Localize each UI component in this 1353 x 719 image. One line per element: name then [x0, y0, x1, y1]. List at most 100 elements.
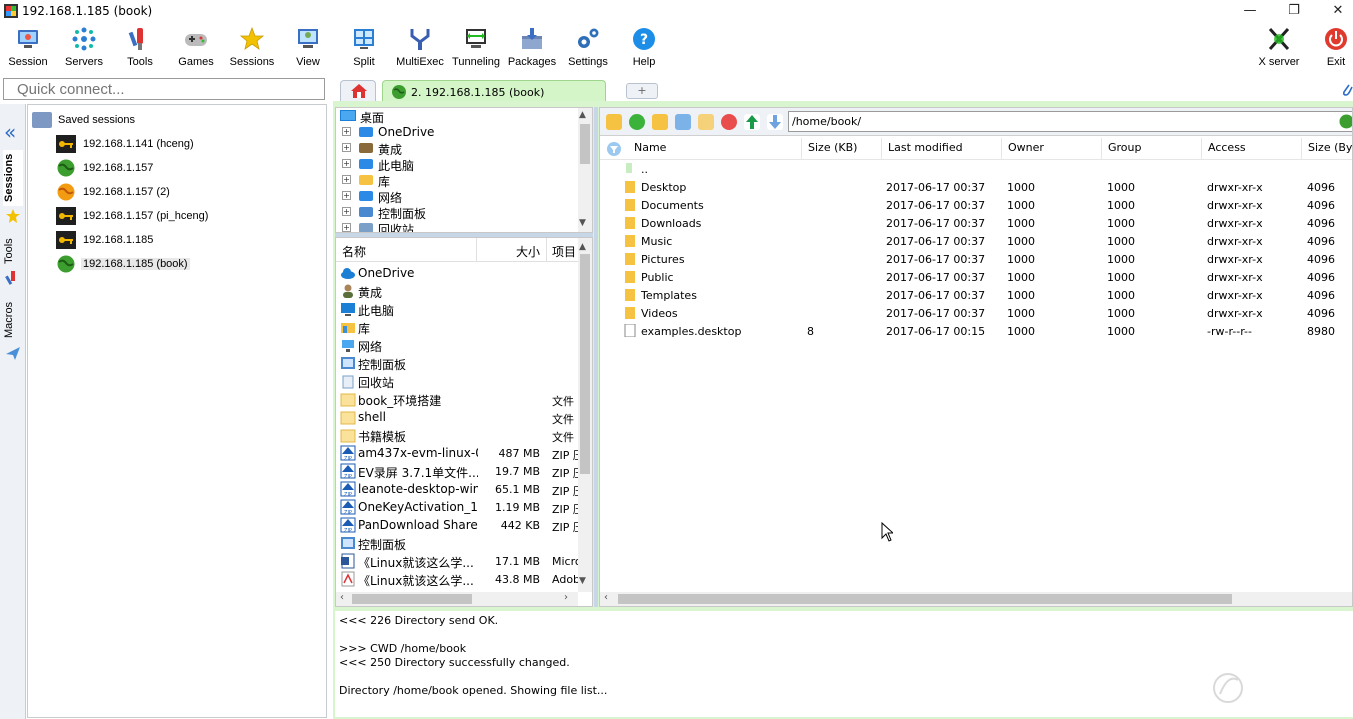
tab-macros[interactable]: Macros: [3, 296, 23, 344]
remote-file-row[interactable]: examples.desktop 8 2017-06-17 00:15 1000 100…: [600, 322, 1352, 340]
parent-folder-button[interactable]: [606, 114, 622, 130]
toolbar-help-button[interactable]: ? Help: [616, 24, 672, 74]
tree-node[interactable]: + 回收站: [342, 220, 572, 232]
scroll-thumb[interactable]: [352, 594, 472, 604]
tree-root[interactable]: 桌面: [340, 108, 580, 125]
tree-node[interactable]: + OneDrive: [342, 124, 572, 140]
restore-button[interactable]: ❐: [1271, 0, 1317, 22]
scroll-left-icon[interactable]: ‹: [604, 592, 608, 603]
tree-node[interactable]: + 此电脑: [342, 156, 572, 173]
toolbar-exit-button[interactable]: Exit: [1308, 24, 1353, 74]
delete-button[interactable]: [721, 114, 737, 130]
go-icon[interactable]: [1339, 114, 1353, 129]
toolbar-tools-button[interactable]: Tools: [112, 24, 168, 74]
local-file-row[interactable]: ZIPleanote-desktop-wind...65.1 MBZIP 压: [336, 480, 584, 498]
column-type[interactable]: 项目: [552, 243, 576, 260]
upload-button[interactable]: [744, 114, 760, 130]
tab-home[interactable]: [340, 80, 376, 102]
refresh-button[interactable]: [629, 114, 645, 130]
expand-icon[interactable]: +: [342, 127, 351, 136]
column-access[interactable]: Access: [1201, 138, 1301, 160]
expand-icon[interactable]: +: [342, 159, 351, 168]
scroll-up-icon[interactable]: ▲: [579, 110, 586, 120]
expand-icon[interactable]: +: [342, 143, 351, 152]
local-file-row[interactable]: OneDrive: [336, 264, 578, 282]
remote-hscrollbar[interactable]: ‹: [600, 592, 1352, 606]
tree-node[interactable]: + 黄成: [342, 140, 572, 157]
scroll-down-icon[interactable]: ▼: [579, 576, 586, 586]
column-name[interactable]: 名称: [342, 243, 366, 260]
local-file-row[interactable]: 《Linux就该这么学... 17.1 MB Micro: [336, 552, 582, 570]
column-size-bytes[interactable]: Size (Byte: [1301, 138, 1352, 160]
local-file-row[interactable]: shell 文件: [336, 408, 578, 426]
expand-icon[interactable]: +: [342, 223, 351, 232]
close-button[interactable]: ✕: [1315, 0, 1353, 22]
new-file-button[interactable]: [675, 114, 691, 130]
local-file-row[interactable]: 黄成: [336, 282, 578, 300]
remote-path-input[interactable]: [789, 112, 1329, 131]
local-file-row[interactable]: 此电脑: [336, 300, 578, 318]
local-file-row[interactable]: 《Linux就该这么学... 43.8 MB Adob: [336, 570, 580, 588]
remote-file-row[interactable]: Public 2017-06-17 00:37 1000 1000 drwxr-xr-x…: [600, 268, 1352, 286]
local-file-row[interactable]: book_环境搭建 文件: [336, 390, 578, 408]
column-size-kb[interactable]: Size (KB): [801, 138, 881, 160]
download-button[interactable]: [767, 114, 783, 130]
new-folder-button[interactable]: [652, 114, 668, 130]
list-scrollbar[interactable]: ▲ ▼: [578, 238, 592, 592]
list-hscrollbar[interactable]: ‹ ›: [336, 592, 578, 606]
column-size[interactable]: 大小: [516, 243, 540, 260]
open-folder-button[interactable]: [698, 114, 714, 130]
quick-connect-input[interactable]: [4, 79, 324, 99]
toolbar-session-button[interactable]: Session: [0, 24, 56, 74]
column-group[interactable]: Group: [1101, 138, 1201, 160]
tab-tools[interactable]: Tools: [3, 232, 23, 270]
tab-sessions[interactable]: Sessions: [3, 150, 23, 206]
local-file-row[interactable]: ZIP EV录屏 3.7.1单文件... 19.7 MB ZIP 压: [336, 462, 584, 480]
local-file-row[interactable]: 书籍模板 文件: [336, 426, 578, 444]
column-name[interactable]: Name: [628, 138, 801, 160]
toolbar-servers-button[interactable]: Servers: [56, 24, 112, 74]
remote-file-row[interactable]: Desktop 2017-06-17 00:37 1000 1000 drwxr-xr-…: [600, 178, 1352, 196]
local-file-row[interactable]: 网络: [336, 336, 578, 354]
minimize-button[interactable]: —: [1227, 0, 1273, 22]
scroll-right-icon[interactable]: ›: [564, 592, 568, 603]
toolbar-settings-button[interactable]: Settings: [560, 24, 616, 74]
collapse-icon[interactable]: «: [4, 120, 16, 144]
tab-session-book[interactable]: 2. 192.168.1.185 (book): [382, 80, 606, 102]
scroll-thumb[interactable]: [618, 594, 1232, 604]
toolbar-x-server-button[interactable]: X server: [1251, 24, 1307, 74]
local-file-row[interactable]: ZIPam437x-evm-linux-03....487 MBZIP 压: [336, 444, 584, 462]
scroll-left-icon[interactable]: ‹: [340, 592, 344, 603]
column-owner[interactable]: Owner: [1001, 138, 1101, 160]
tree-node[interactable]: + 控制面板: [342, 204, 572, 221]
local-file-row[interactable]: 控制面板: [336, 534, 578, 552]
filter-icon[interactable]: [606, 141, 622, 157]
scroll-up-icon[interactable]: ▲: [579, 242, 586, 252]
tree-node[interactable]: + 网络: [342, 188, 572, 205]
toolbar-packages-button[interactable]: Packages: [504, 24, 560, 74]
toolbar-tunneling-button[interactable]: Tunneling: [448, 24, 504, 74]
toolbar-split-button[interactable]: Split: [336, 24, 392, 74]
local-file-row[interactable]: 回收站: [336, 372, 578, 390]
scroll-thumb[interactable]: [580, 124, 590, 164]
new-tab-button[interactable]: +: [626, 83, 658, 99]
vertical-splitter[interactable]: [594, 107, 598, 607]
expand-icon[interactable]: +: [342, 191, 351, 200]
toolbar-view-button[interactable]: View: [280, 24, 336, 74]
toolbar-sessions-button[interactable]: Sessions: [224, 24, 280, 74]
local-file-row[interactable]: ZIPOneKeyActivation_1....1.19 MBZIP 压: [336, 498, 584, 516]
tree-node[interactable]: + 库: [342, 172, 572, 189]
horizontal-splitter[interactable]: [335, 233, 593, 237]
expand-icon[interactable]: +: [342, 175, 351, 184]
remote-file-row[interactable]: Music 2017-06-17 00:37 1000 1000 drwxr-xr-x 4…: [600, 232, 1352, 250]
attachment-icon[interactable]: [1340, 82, 1353, 98]
toolbar-multiexec-button[interactable]: MultiExec: [392, 24, 448, 74]
local-file-row[interactable]: 控制面板: [336, 354, 578, 372]
remote-file-row[interactable]: Downloads 2017-06-17 00:37 1000 1000 drwxr-x…: [600, 214, 1352, 232]
remote-file-row[interactable]: Documents 2017-06-17 00:37 1000 1000 drwxr-x…: [600, 196, 1352, 214]
local-file-row[interactable]: 库: [336, 318, 578, 336]
column-last-modified[interactable]: Last modified: [881, 138, 1001, 160]
remote-file-row[interactable]: Templates 2017-06-17 00:37 1000 1000 drwxr-x…: [600, 286, 1352, 304]
local-file-row[interactable]: ZIPPanDownload ShareC...442 KBZIP 压: [336, 516, 584, 534]
remote-file-row[interactable]: Videos 2017-06-17 00:37 1000 1000 drwxr-xr-x…: [600, 304, 1352, 322]
